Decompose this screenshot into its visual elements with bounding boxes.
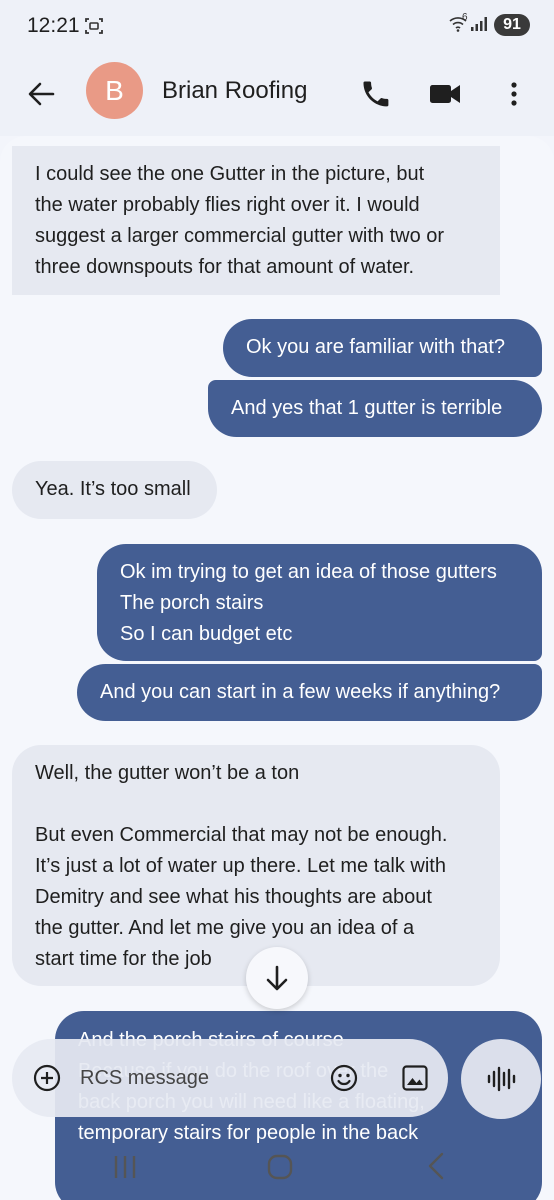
recents-icon: [114, 1156, 136, 1178]
signal-icon: [470, 16, 488, 37]
back-icon: [428, 1152, 444, 1180]
nav-back-button[interactable]: [422, 1150, 452, 1187]
scroll-to-bottom-button[interactable]: [246, 947, 308, 1009]
contact-avatar[interactable]: B: [86, 62, 143, 119]
message-bubble-incoming[interactable]: I could see the one Gutter in the pictur…: [12, 146, 500, 295]
message-input[interactable]: [80, 1061, 310, 1095]
screen-record-icon: [84, 16, 104, 41]
more-options-button[interactable]: [494, 74, 534, 114]
add-attachment-button[interactable]: [32, 1063, 62, 1093]
back-button[interactable]: [22, 74, 62, 114]
arrow-down-icon: [266, 965, 288, 991]
video-call-button[interactable]: [425, 74, 465, 114]
message-bubble-outgoing[interactable]: And you can start in a few weeks if anyt…: [77, 664, 542, 721]
recents-button[interactable]: [108, 1152, 142, 1187]
battery-badge: 91: [494, 14, 530, 36]
home-icon: [267, 1154, 293, 1180]
voice-message-button[interactable]: [461, 1039, 541, 1119]
emoji-button[interactable]: [329, 1063, 359, 1093]
back-arrow-icon: [28, 82, 55, 106]
emoji-icon: [330, 1064, 358, 1092]
gallery-icon: [402, 1065, 428, 1091]
message-bubble-outgoing[interactable]: Ok im trying to get an idea of those gut…: [97, 544, 542, 661]
video-call-icon: [430, 85, 460, 103]
message-bubble-outgoing[interactable]: And yes that 1 gutter is terrible: [208, 380, 542, 437]
wifi-badge-icon: 6: [462, 12, 468, 23]
message-bubble-incoming[interactable]: Well, the gutter won’t be a ton But even…: [12, 745, 500, 986]
home-button[interactable]: [265, 1152, 295, 1187]
contact-name[interactable]: Brian Roofing: [162, 77, 307, 105]
phone-icon: [363, 81, 389, 107]
system-nav-bar: [0, 1140, 554, 1200]
status-time: 12:21: [27, 14, 80, 37]
compose-bar: [12, 1039, 448, 1117]
voice-waveform-icon: [487, 1066, 516, 1092]
call-button[interactable]: [356, 74, 396, 114]
message-bubble-outgoing[interactable]: Ok you are familiar with that?: [223, 319, 542, 377]
add-circle-icon: [33, 1064, 61, 1092]
more-vert-icon: [511, 82, 517, 106]
message-bubble-incoming[interactable]: Yea. It’s too small: [12, 461, 217, 519]
gallery-button[interactable]: [400, 1063, 430, 1093]
conversation-header: B Brian Roofing: [0, 52, 554, 136]
status-bar: 12:21 6 91: [0, 0, 554, 52]
